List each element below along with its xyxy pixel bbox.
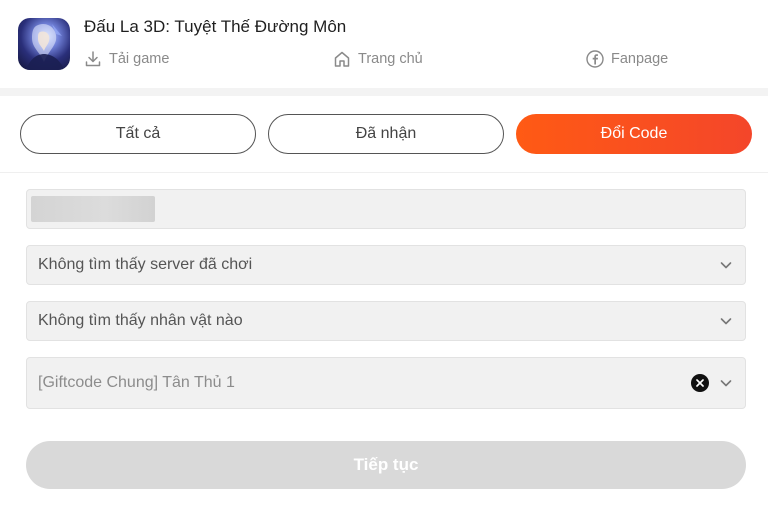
tab-bar: Tất cả Đã nhận Đổi Code bbox=[0, 96, 768, 172]
giftcode-select[interactable]: [Giftcode Chung] Tân Thủ 1 bbox=[26, 357, 746, 409]
download-game-link[interactable]: Tải game bbox=[84, 48, 169, 70]
chevron-down-icon bbox=[719, 258, 733, 272]
character-select-value: Không tìm thấy nhân vật nào bbox=[38, 312, 243, 329]
facebook-icon bbox=[586, 50, 604, 68]
continue-button[interactable]: Tiếp tục bbox=[26, 441, 746, 489]
home-label: Trang chủ bbox=[358, 51, 423, 67]
home-icon bbox=[333, 50, 351, 68]
download-game-label: Tải game bbox=[109, 51, 170, 67]
giftcode-select-value: [Giftcode Chung] Tân Thủ 1 bbox=[38, 374, 235, 391]
tab-redeem-code[interactable]: Đổi Code bbox=[516, 114, 752, 154]
character-select[interactable]: Không tìm thấy nhân vật nào bbox=[26, 301, 746, 341]
server-select-value: Không tìm thấy server đã chơi bbox=[38, 256, 253, 273]
fanpage-link[interactable]: Fanpage bbox=[586, 48, 668, 70]
chevron-down-icon bbox=[719, 376, 733, 390]
server-select[interactable]: Không tìm thấy server đã chơi bbox=[26, 245, 746, 285]
game-logo-icon bbox=[18, 18, 70, 70]
clear-selection-icon[interactable] bbox=[691, 374, 709, 392]
home-link[interactable]: Trang chủ bbox=[333, 48, 423, 70]
app-title: Đấu La 3D: Tuyệt Thế Đường Môn bbox=[84, 17, 347, 36]
download-icon bbox=[84, 50, 102, 68]
tab-received[interactable]: Đã nhận bbox=[268, 114, 504, 154]
tab-all[interactable]: Tất cả bbox=[20, 114, 256, 154]
chevron-down-icon bbox=[719, 314, 733, 328]
fanpage-label: Fanpage bbox=[611, 51, 669, 67]
tabs-separator bbox=[0, 172, 768, 173]
section-divider bbox=[0, 88, 768, 96]
masked-account-name bbox=[31, 196, 155, 222]
app-header: Đấu La 3D: Tuyệt Thế Đường Môn Tải game … bbox=[0, 0, 768, 88]
account-field[interactable] bbox=[26, 189, 746, 229]
